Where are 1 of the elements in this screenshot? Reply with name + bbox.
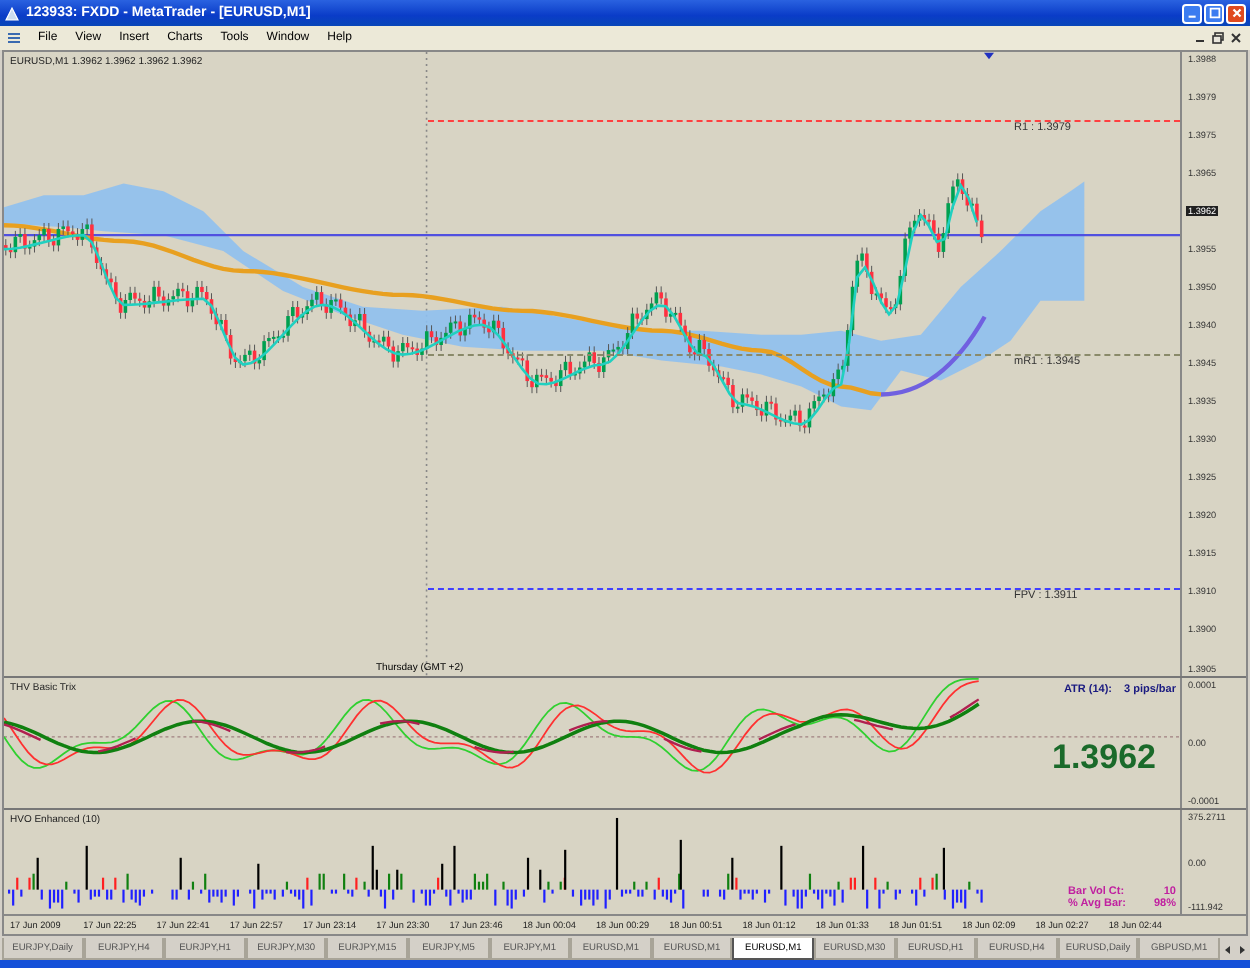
price-readout: 1.3962 (1052, 737, 1156, 778)
